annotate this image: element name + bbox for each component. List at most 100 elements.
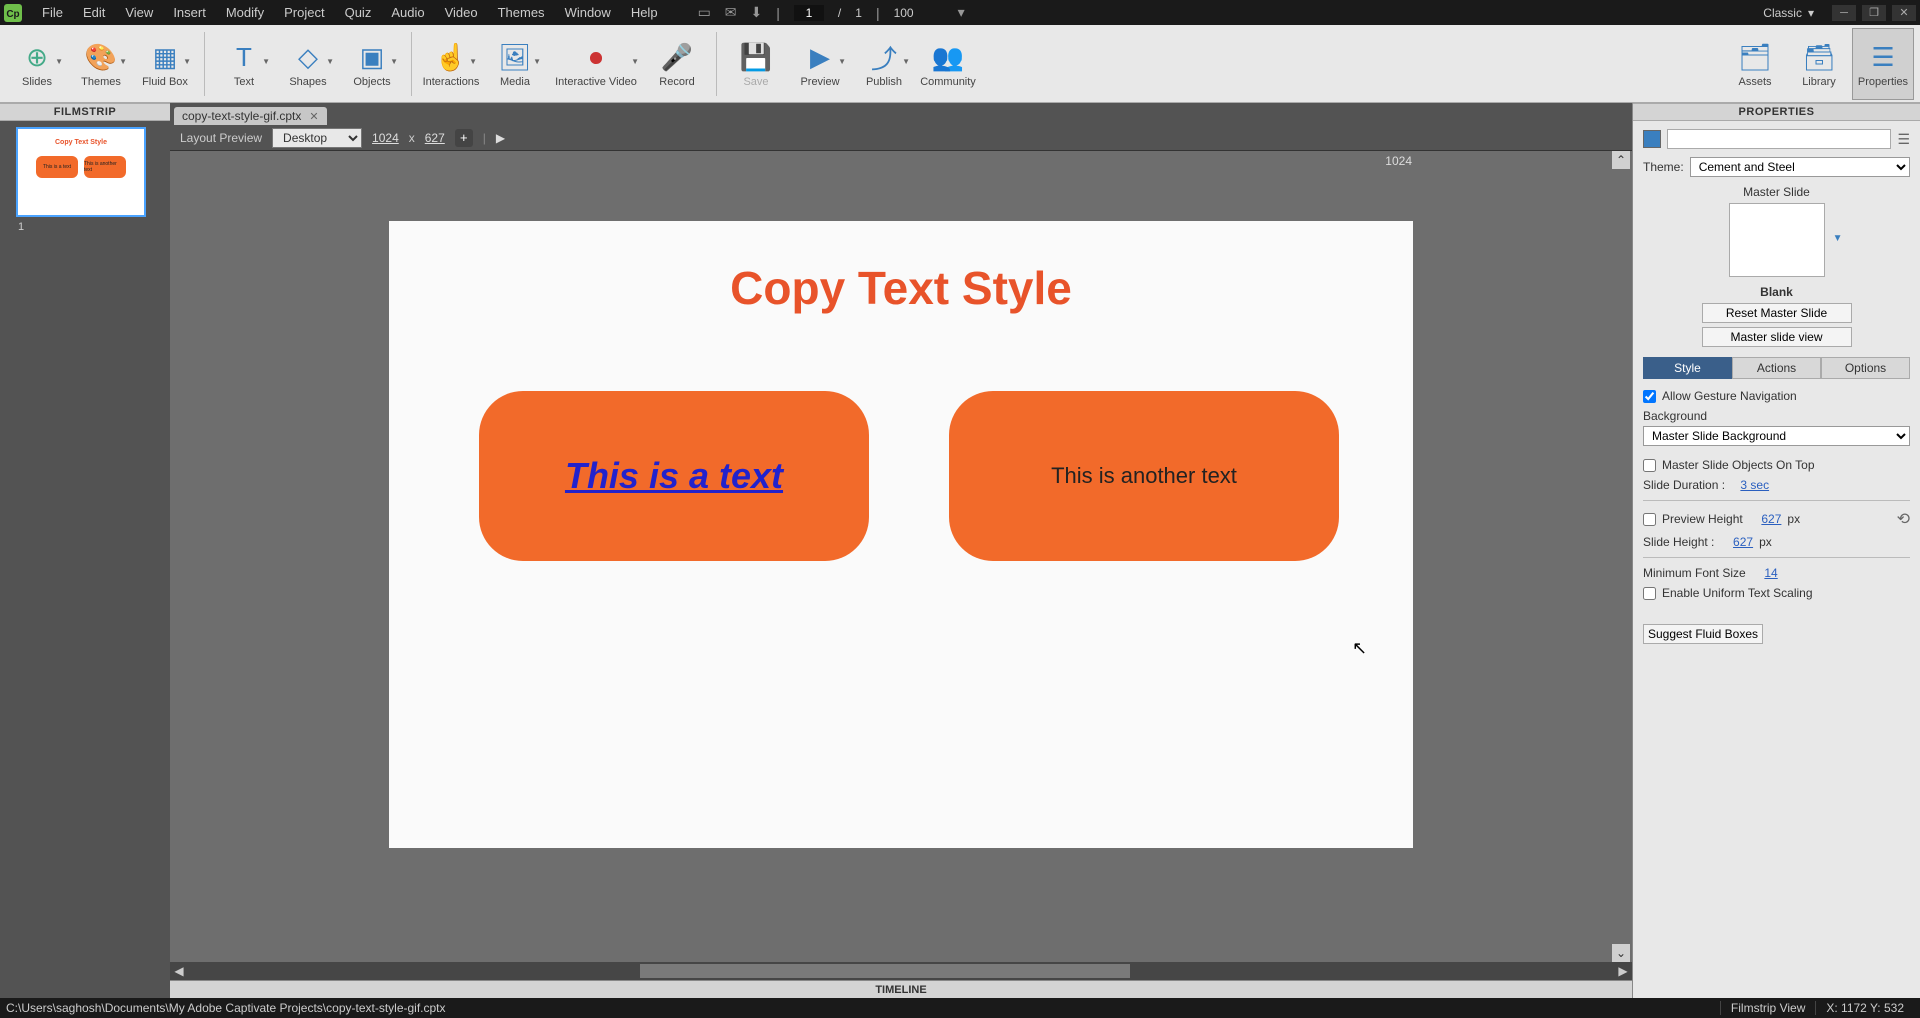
min-font-label: Minimum Font Size [1643, 566, 1746, 580]
mail-icon[interactable]: ✉ [725, 4, 737, 21]
page-current-input[interactable]: 1 [794, 5, 824, 21]
slide-canvas[interactable]: Copy Text Style This is a text This is a… [389, 221, 1413, 848]
menu-project[interactable]: Project [274, 5, 334, 20]
object-color-swatch[interactable] [1643, 130, 1661, 148]
themes-button[interactable]: 🎨▼Themes [70, 28, 132, 100]
library-button[interactable]: 🗃Library [1788, 28, 1850, 100]
object-name-input[interactable] [1667, 129, 1891, 149]
assets-button[interactable]: 🗂Assets [1724, 28, 1786, 100]
menu-file[interactable]: File [32, 5, 73, 20]
device-select[interactable]: Desktop [272, 128, 362, 148]
gesture-nav-checkbox[interactable] [1643, 390, 1656, 403]
scroll-left-button[interactable]: ◀ [170, 962, 188, 980]
horizontal-scrollbar[interactable]: ◀ ▶ [170, 962, 1632, 980]
menu-insert[interactable]: Insert [163, 5, 216, 20]
uniform-scaling-label: Enable Uniform Text Scaling [1662, 586, 1813, 600]
theme-select[interactable]: Cement and Steel [1690, 157, 1910, 177]
stage-viewport[interactable]: 1024 ⌃ Copy Text Style This is a text Th… [170, 151, 1632, 980]
record-button[interactable]: 🎤Record [646, 28, 708, 100]
slide-thumbnail[interactable]: Copy Text Style This is a text This is a… [16, 127, 146, 217]
slide-height-value[interactable]: 627 [1733, 535, 1753, 549]
text-caption-1[interactable]: This is a text [565, 455, 783, 497]
separator-icon: | [483, 131, 486, 145]
stage-height[interactable]: 627 [425, 131, 445, 145]
master-slide-thumbnail[interactable] [1729, 203, 1825, 277]
smart-shape-1[interactable]: This is a text [479, 391, 869, 561]
minimize-button[interactable]: ─ [1832, 5, 1856, 21]
zoom-input[interactable]: 100 [894, 6, 944, 20]
interactions-button[interactable]: ☝▼Interactions [420, 28, 482, 100]
community-button[interactable]: 👥Community [917, 28, 979, 100]
tab-style[interactable]: Style [1643, 357, 1732, 379]
thumb-shape: This is a text [36, 156, 78, 178]
slide-duration-value[interactable]: 3 sec [1740, 478, 1769, 492]
download-icon[interactable]: ⬇ [751, 4, 763, 21]
master-view-button[interactable]: Master slide view [1702, 327, 1852, 347]
menu-view[interactable]: View [115, 5, 163, 20]
devices-icon[interactable]: ▭ [698, 4, 711, 21]
background-select[interactable]: Master Slide Background [1643, 426, 1910, 446]
play-icon[interactable]: ▶ [496, 131, 505, 145]
chevron-down-icon[interactable]: ▾ [958, 4, 965, 21]
objects-on-top-checkbox[interactable] [1643, 459, 1656, 472]
min-font-value[interactable]: 14 [1764, 566, 1777, 580]
menu-modify[interactable]: Modify [216, 5, 274, 20]
interactive-video-button[interactable]: ⏺▼Interactive Video [548, 28, 644, 100]
menu-themes[interactable]: Themes [488, 5, 555, 20]
tab-actions[interactable]: Actions [1732, 357, 1821, 379]
separator-icon: | [876, 5, 880, 21]
menu-quiz[interactable]: Quiz [335, 5, 382, 20]
close-button[interactable]: ✕ [1892, 5, 1916, 21]
tab-options[interactable]: Options [1821, 357, 1910, 379]
slide-title-text[interactable]: Copy Text Style [389, 261, 1413, 315]
chevron-down-icon: ▼ [631, 57, 639, 66]
workspace-picker[interactable]: Classic ▾ [1763, 6, 1814, 20]
scroll-down-button[interactable]: ⌄ [1612, 944, 1630, 962]
text-caption-2[interactable]: This is another text [1051, 463, 1237, 489]
suggest-fluidboxes-button[interactable]: Suggest Fluid Boxes [1643, 624, 1763, 644]
scroll-right-button[interactable]: ▶ [1614, 962, 1632, 980]
slide-index: 1 [18, 221, 164, 233]
timeline-header[interactable]: TIMELINE [170, 980, 1632, 998]
media-button[interactable]: 🖼▼Media [484, 28, 546, 100]
stage-width[interactable]: 1024 [372, 131, 399, 145]
text-button[interactable]: T▼Text [213, 28, 275, 100]
fluidbox-icon: ▦ [153, 40, 178, 76]
preview-height-label: Preview Height [1662, 512, 1743, 526]
stage-toolbar: Layout Preview Desktop 1024 x 627 + | ▶ [170, 125, 1632, 151]
scroll-up-button[interactable]: ⌃ [1612, 151, 1630, 169]
publish-button[interactable]: ⤴▼Publish [853, 28, 915, 100]
unlink-icon[interactable]: ⟲ [1897, 509, 1910, 529]
status-path: C:\Users\saghosh\Documents\My Adobe Capt… [6, 1001, 446, 1015]
uniform-scaling-checkbox[interactable] [1643, 587, 1656, 600]
shapes-button[interactable]: ◇▼Shapes [277, 28, 339, 100]
fluidbox-button[interactable]: ▦▼Fluid Box [134, 28, 196, 100]
smart-shape-2[interactable]: This is another text [949, 391, 1339, 561]
slides-button[interactable]: ⊕▼Slides [6, 28, 68, 100]
menu-audio[interactable]: Audio [381, 5, 434, 20]
menu-edit[interactable]: Edit [73, 5, 115, 20]
divider [1643, 500, 1910, 501]
document-tab[interactable]: copy-text-style-gif.cptx ✕ [174, 107, 327, 125]
close-icon[interactable]: ✕ [309, 110, 318, 123]
menu-video[interactable]: Video [435, 5, 488, 20]
objects-button[interactable]: ▣▼Objects [341, 28, 403, 100]
shapes-icon: ◇ [298, 40, 318, 76]
filmstrip-panel: FILMSTRIP Copy Text Style This is a text… [0, 103, 170, 998]
scrollbar-thumb[interactable] [640, 964, 1130, 978]
chevron-down-icon: ▼ [326, 57, 334, 66]
menu-window[interactable]: Window [555, 5, 621, 20]
chevron-down-icon[interactable]: ▼ [1833, 233, 1843, 244]
preview-button[interactable]: ▶▼Preview [789, 28, 851, 100]
properties-button[interactable]: ☰Properties [1852, 28, 1914, 100]
preview-height-value[interactable]: 627 [1761, 512, 1781, 526]
preview-height-checkbox[interactable] [1643, 513, 1656, 526]
layout-preview-label: Layout Preview [180, 131, 262, 145]
media-icon: 🖼 [498, 40, 531, 76]
svg-text:Cp: Cp [6, 9, 19, 20]
menu-help[interactable]: Help [621, 5, 668, 20]
maximize-button[interactable]: ❐ [1862, 5, 1886, 21]
list-menu-icon[interactable]: ☰ [1897, 131, 1910, 148]
reset-master-button[interactable]: Reset Master Slide [1702, 303, 1852, 323]
add-breakpoint-button[interactable]: + [455, 129, 473, 147]
